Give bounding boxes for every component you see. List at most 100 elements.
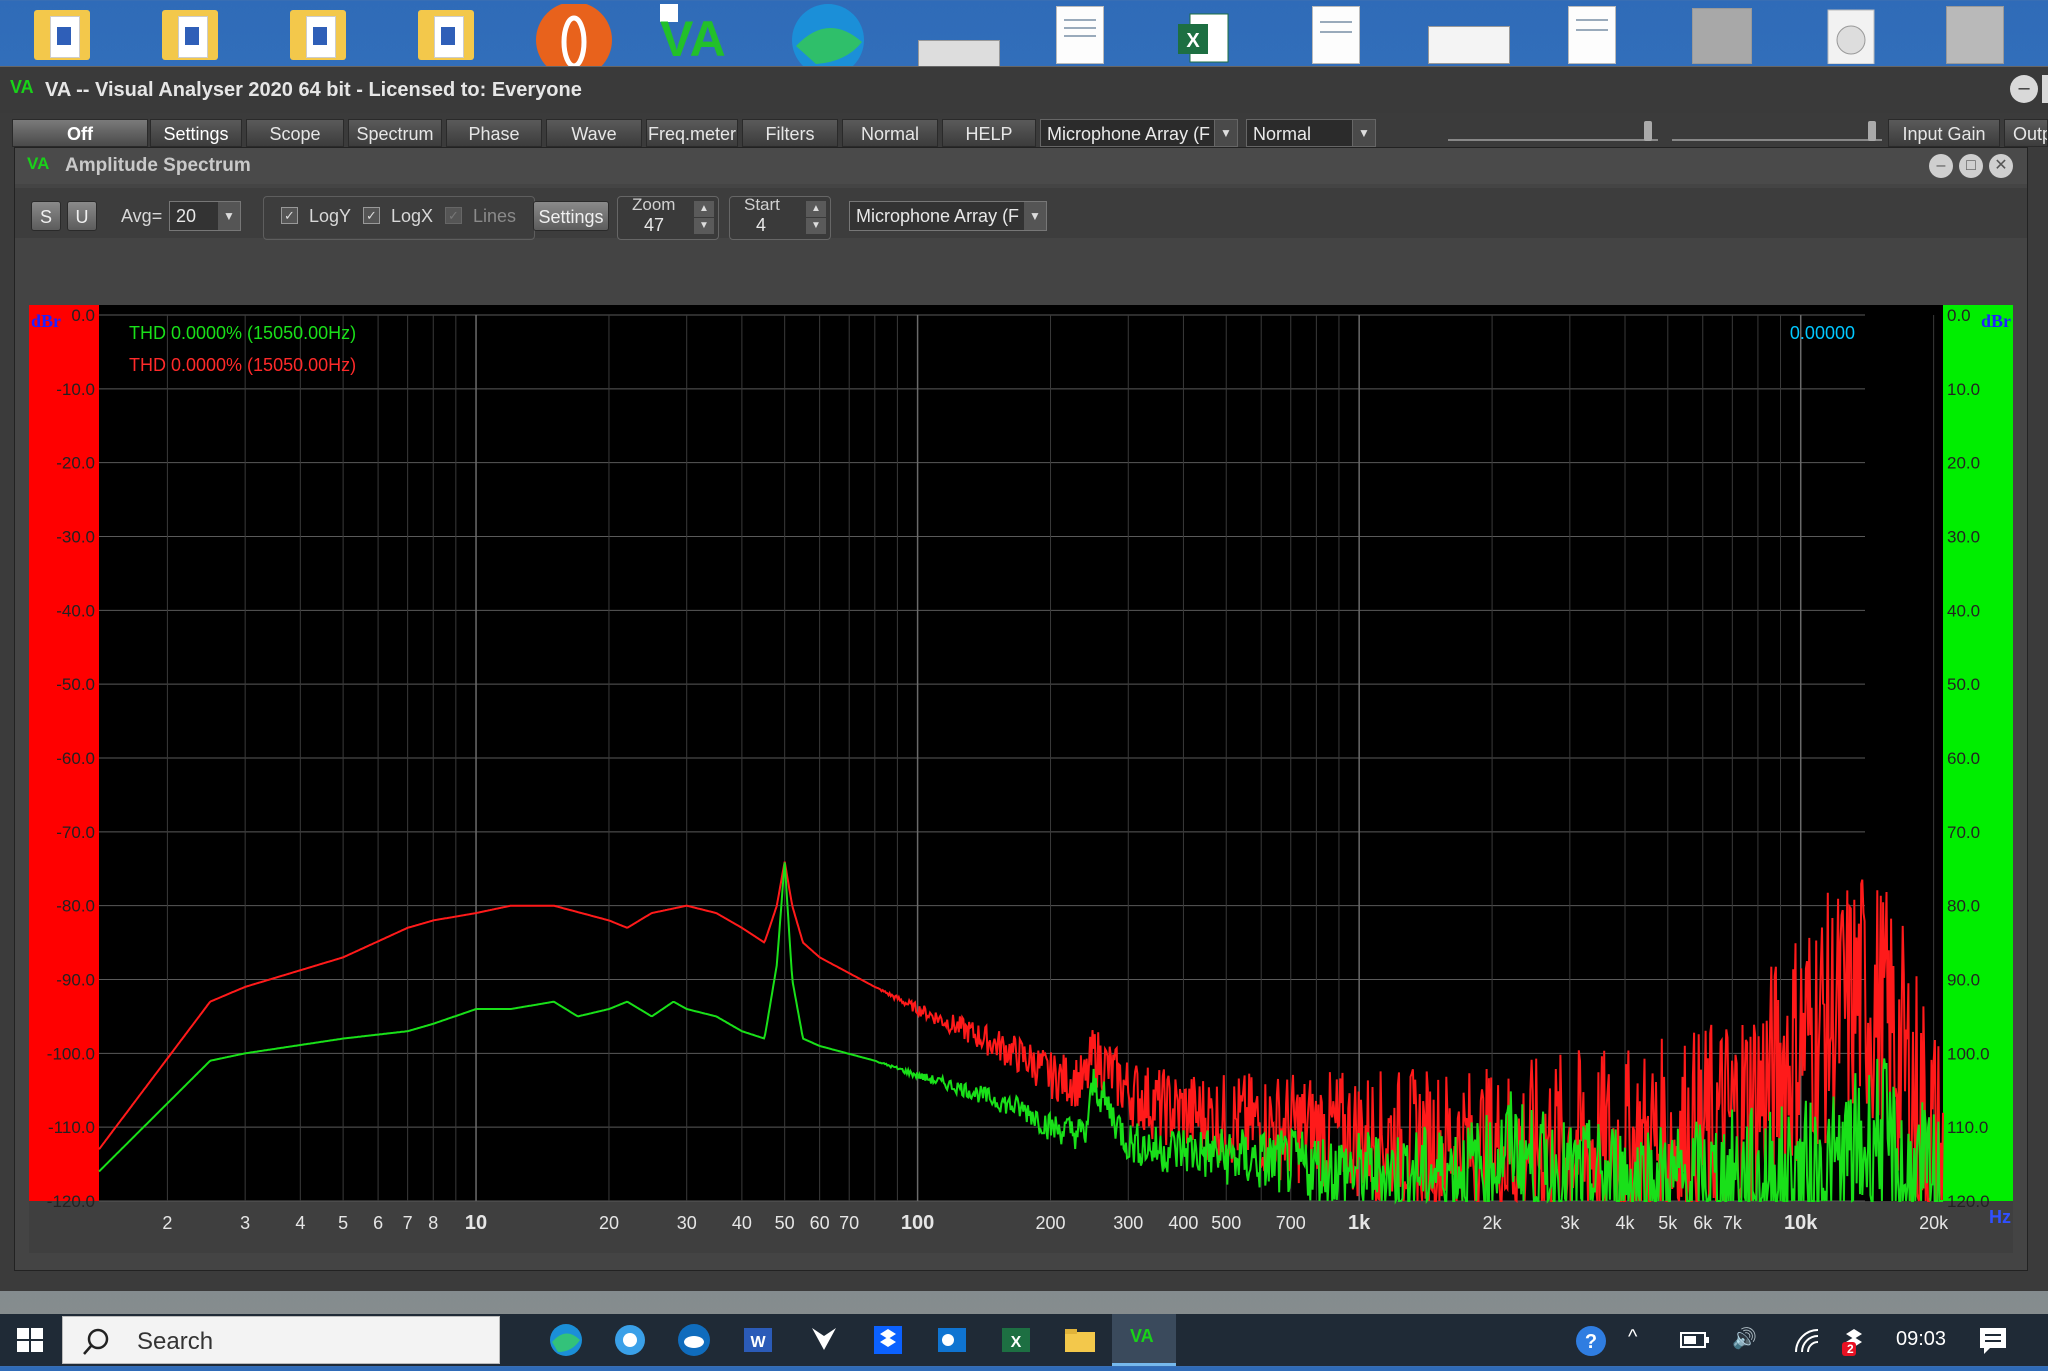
photo-thumb-icon[interactable] bbox=[1692, 8, 1752, 64]
spectrum-button[interactable]: Spectrum bbox=[348, 119, 442, 147]
va-taskbar-button[interactable]: VA bbox=[1112, 1314, 1176, 1366]
spectrum-plot[interactable]: 0.0 0.0-10.0 10.0-20.0 20.0-30.0 30.0-40.0 40… bbox=[29, 305, 2013, 1253]
y-tick-label-right: 90.0 bbox=[1947, 971, 1980, 990]
filters-button[interactable]: Filters bbox=[742, 119, 838, 147]
avg-label: Avg= bbox=[121, 206, 163, 226]
excel-icon[interactable]: X bbox=[1176, 10, 1232, 66]
y-tick-label-right: 110.0 bbox=[1947, 1118, 1988, 1137]
cortana-icon[interactable] bbox=[612, 1322, 648, 1358]
spectrum-settings-button[interactable]: Settings bbox=[533, 201, 609, 231]
close-button[interactable]: ✕ bbox=[1989, 154, 2013, 178]
help-tray-icon[interactable]: ? bbox=[1574, 1324, 1608, 1358]
y-tick-label-left: -100.0 bbox=[47, 1044, 95, 1063]
file-explorer-icon[interactable] bbox=[1062, 1322, 1098, 1358]
x-tick-label: 70 bbox=[839, 1213, 859, 1233]
disc-file-icon[interactable] bbox=[1824, 8, 1880, 64]
slider-knob[interactable] bbox=[1868, 121, 1876, 141]
onedrive-icon[interactable] bbox=[676, 1322, 712, 1358]
zoom-label: Zoom bbox=[632, 195, 676, 214]
settings-button[interactable]: Settings bbox=[150, 119, 242, 147]
normal-button[interactable]: Normal bbox=[842, 119, 938, 147]
chevron-down-icon[interactable]: ▼ bbox=[218, 202, 240, 230]
va-desktop-icon[interactable]: VA bbox=[660, 10, 726, 68]
audio-app-icon[interactable] bbox=[534, 4, 614, 68]
pdf-folder-icon[interactable] bbox=[418, 10, 474, 60]
y-tick-label-right: 30.0 bbox=[1947, 528, 1980, 547]
folder-icon[interactable] bbox=[162, 10, 218, 60]
u-button[interactable]: U bbox=[67, 201, 97, 231]
minimize-button[interactable]: – bbox=[1929, 154, 1953, 178]
logy-checkbox[interactable]: ✓ bbox=[281, 207, 298, 224]
zoom-spinner[interactable]: Zoom 47 ▲ ▼ bbox=[617, 195, 719, 240]
mode-select[interactable]: Normal ▼ bbox=[1246, 119, 1376, 147]
image-thumb-icon[interactable] bbox=[1428, 26, 1510, 64]
photo-thumb-icon[interactable] bbox=[1946, 6, 2004, 64]
help-button[interactable]: HELP bbox=[942, 119, 1036, 147]
maximize-button[interactable]: □ bbox=[1959, 154, 1983, 178]
input-gain-button[interactable]: Input Gain bbox=[1888, 119, 2000, 147]
dropbox-icon[interactable] bbox=[870, 1322, 906, 1358]
child-title-bar[interactable]: VA Amplitude Spectrum – □ ✕ bbox=[15, 148, 2027, 184]
scope-button[interactable]: Scope bbox=[246, 119, 344, 147]
spin-down-icon[interactable]: ▼ bbox=[806, 218, 826, 234]
volume-icon[interactable]: 🔊 bbox=[1732, 1326, 1757, 1351]
document-icon[interactable] bbox=[1312, 6, 1360, 64]
fox-app-icon[interactable] bbox=[806, 1322, 842, 1358]
chevron-down-icon[interactable]: ▼ bbox=[1214, 120, 1237, 146]
edge-icon[interactable] bbox=[786, 2, 870, 68]
device-select[interactable]: Microphone Array (F ▼ bbox=[1040, 119, 1238, 147]
window-title: VA -- Visual Analyser 2020 64 bit - Lice… bbox=[45, 79, 582, 101]
x-axis-strip bbox=[29, 1201, 2013, 1253]
x-tick-label: 400 bbox=[1168, 1213, 1198, 1233]
right-gain-slider[interactable] bbox=[1672, 121, 1882, 141]
folder-icon[interactable] bbox=[34, 10, 90, 60]
slider-knob[interactable] bbox=[1644, 121, 1652, 141]
off-button[interactable]: Off bbox=[12, 119, 148, 147]
chevron-down-icon[interactable]: ▼ bbox=[1024, 202, 1046, 230]
edge-taskbar-icon[interactable] bbox=[548, 1322, 584, 1358]
logx-checkbox[interactable]: ✓ bbox=[363, 207, 380, 224]
spin-up-icon[interactable]: ▲ bbox=[694, 201, 714, 217]
freq-meter-button[interactable]: Freq.meter bbox=[646, 119, 738, 147]
video-thumb-icon[interactable] bbox=[918, 40, 1000, 68]
chevron-down-icon[interactable]: ▼ bbox=[1352, 120, 1375, 146]
start-button[interactable] bbox=[0, 1314, 62, 1366]
wave-button[interactable]: Wave bbox=[546, 119, 642, 147]
wifi-icon[interactable] bbox=[1794, 1328, 1822, 1354]
spin-down-icon[interactable]: ▼ bbox=[694, 218, 714, 234]
notifications-icon[interactable] bbox=[1978, 1326, 2008, 1354]
start-spinner[interactable]: Start 4 ▲ ▼ bbox=[729, 195, 831, 240]
chevron-up-icon[interactable]: ^ bbox=[1628, 1326, 1637, 1349]
outlook-icon[interactable] bbox=[934, 1322, 970, 1358]
x-tick-label: 3 bbox=[240, 1213, 250, 1233]
title-bar[interactable]: VA VA -- Visual Analyser 2020 64 bit - L… bbox=[0, 67, 2048, 113]
battery-icon[interactable] bbox=[1680, 1330, 1710, 1350]
s-button[interactable]: S bbox=[31, 201, 61, 231]
avg-select[interactable]: 20 ▼ bbox=[169, 201, 241, 231]
phase-button[interactable]: Phase bbox=[446, 119, 542, 147]
main-window: VA VA -- Visual Analyser 2020 64 bit - L… bbox=[0, 66, 2048, 1291]
output-gain-button[interactable]: Outp bbox=[2004, 119, 2048, 147]
va-app-icon: VA bbox=[27, 154, 50, 173]
document-icon[interactable] bbox=[1568, 6, 1616, 64]
clock[interactable]: 09:03 bbox=[1896, 1328, 1946, 1351]
lines-checkbox[interactable]: ✓ bbox=[445, 207, 462, 224]
y-tick-label-right: 120.0 bbox=[1947, 1192, 1990, 1211]
close-button-clipped[interactable] bbox=[2042, 75, 2048, 103]
x-tick-label: 700 bbox=[1276, 1213, 1306, 1233]
dropbox-tray-icon[interactable] bbox=[1840, 1326, 1872, 1356]
document-icon[interactable] bbox=[1056, 6, 1104, 64]
spin-up-icon[interactable]: ▲ bbox=[806, 201, 826, 217]
windows-logo-icon bbox=[17, 1328, 43, 1352]
folder-icon[interactable] bbox=[290, 10, 346, 60]
word-icon[interactable]: W bbox=[740, 1322, 776, 1358]
y-tick-label-left: -80.0 bbox=[56, 897, 95, 916]
search-input[interactable]: Search bbox=[62, 1316, 500, 1364]
child-window-title: Amplitude Spectrum bbox=[65, 155, 251, 176]
left-gain-slider[interactable] bbox=[1448, 121, 1658, 141]
excel-taskbar-icon[interactable]: X bbox=[998, 1322, 1034, 1358]
minimize-button[interactable]: – bbox=[2010, 75, 2038, 103]
start-value: 4 bbox=[756, 215, 767, 235]
taskbar: Search W X VA ? ^ 🔊 2 09:03 bbox=[0, 1314, 2048, 1366]
spectrum-device-select[interactable]: Microphone Array (F ▼ bbox=[849, 201, 1047, 231]
